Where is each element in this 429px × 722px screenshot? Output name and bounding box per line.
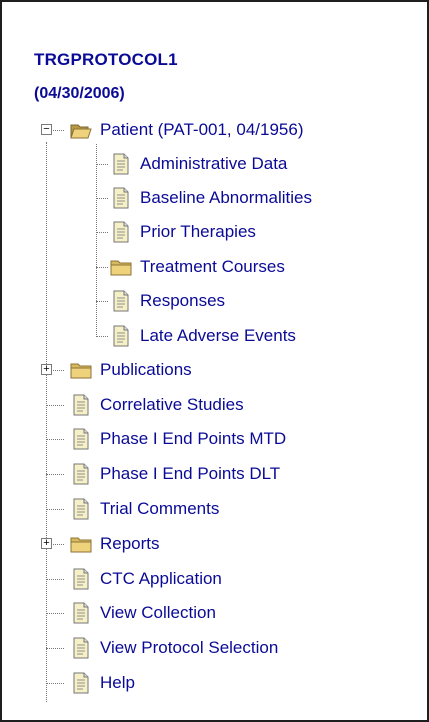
tree-connector-line [46, 142, 47, 702]
tree-node-label: Publications [100, 360, 192, 379]
document-icon [70, 602, 92, 624]
document-icon [70, 428, 92, 450]
folder-icon [110, 256, 132, 278]
tree-connector-line [46, 509, 64, 510]
tree-node-late-adverse-events[interactable]: Late Adverse Events [110, 324, 296, 348]
folder-icon [70, 533, 92, 555]
tree-connector-line [96, 144, 97, 337]
document-icon [70, 568, 92, 590]
tree-connector-line [46, 683, 64, 684]
tree-node-label: CTC Application [100, 569, 222, 588]
tree-node-label: Late Adverse Events [140, 326, 296, 345]
tree-connector-line [96, 164, 108, 165]
tree-connector-line [46, 613, 64, 614]
expand-toggle-icon[interactable]: + [41, 364, 52, 375]
tree-node-label: View Collection [100, 603, 216, 622]
tree-node-patient[interactable]: Patient (PAT-001, 04/1956) [70, 118, 304, 142]
tree-node-publications[interactable]: Publications [70, 358, 192, 382]
tree-node-label: View Protocol Selection [100, 638, 279, 657]
tree-node-view-collection[interactable]: View Collection [70, 601, 216, 625]
tree-node-treatment-courses[interactable]: Treatment Courses [110, 255, 285, 279]
tree-connector-line [46, 648, 64, 649]
tree-node-baseline-abnormalities[interactable]: Baseline Abnormalities [110, 186, 312, 210]
tree-node-phase-i-end-points-dlt[interactable]: Phase I End Points DLT [70, 462, 280, 486]
collapse-toggle-icon[interactable]: − [41, 124, 52, 135]
tree-connector-line [96, 232, 108, 233]
tree-node-ctc-application[interactable]: CTC Application [70, 567, 222, 591]
open-folder-icon [70, 119, 92, 141]
tree-node-phase-i-end-points-mtd[interactable]: Phase I End Points MTD [70, 427, 286, 451]
document-icon [70, 463, 92, 485]
document-icon [110, 325, 132, 347]
tree-node-trial-comments[interactable]: Trial Comments [70, 497, 219, 521]
tree-node-label: Help [100, 673, 135, 692]
tree-connector-line [96, 336, 108, 337]
tree-connector-line [96, 267, 108, 268]
tree-node-correlative-studies[interactable]: Correlative Studies [70, 393, 244, 417]
document-icon [110, 221, 132, 243]
tree-connector-line [46, 439, 64, 440]
tree-node-label: Trial Comments [100, 499, 220, 518]
tree-node-reports[interactable]: Reports [70, 532, 160, 556]
navigation-panel: TRGPROTOCOL1 (04/30/2006) − Patient (PAT… [0, 0, 429, 722]
tree-node-label: Treatment Courses [140, 257, 285, 276]
document-icon [110, 187, 132, 209]
tree-connector-line [96, 198, 108, 199]
tree-node-label: Patient (PAT-001, 04/1956) [100, 120, 304, 139]
document-icon [70, 637, 92, 659]
tree-node-label: Phase I End Points MTD [100, 429, 287, 448]
document-icon [70, 672, 92, 694]
tree-node-label: Baseline Abnormalities [140, 188, 312, 207]
folder-icon [70, 359, 92, 381]
tree-node-label: Responses [140, 291, 226, 310]
navigation-tree: − Patient (PAT-001, 04/1956) Administrat… [2, 2, 427, 720]
tree-node-view-protocol-selection[interactable]: View Protocol Selection [70, 636, 278, 660]
tree-node-label: Reports [100, 534, 160, 553]
tree-connector-line [96, 301, 108, 302]
tree-node-prior-therapies[interactable]: Prior Therapies [110, 220, 256, 244]
tree-node-label: Phase I End Points DLT [100, 464, 281, 483]
tree-connector-line [46, 579, 64, 580]
expand-toggle-icon[interactable]: + [41, 538, 52, 549]
document-icon [110, 153, 132, 175]
tree-node-label: Prior Therapies [140, 222, 256, 241]
document-icon [110, 290, 132, 312]
document-icon [70, 498, 92, 520]
tree-node-help[interactable]: Help [70, 671, 135, 695]
tree-connector-line [46, 405, 64, 406]
document-icon [70, 394, 92, 416]
tree-node-label: Administrative Data [140, 154, 288, 173]
tree-node-administrative-data[interactable]: Administrative Data [110, 152, 287, 176]
tree-node-responses[interactable]: Responses [110, 289, 225, 313]
tree-connector-line [46, 474, 64, 475]
tree-node-label: Correlative Studies [100, 395, 244, 414]
